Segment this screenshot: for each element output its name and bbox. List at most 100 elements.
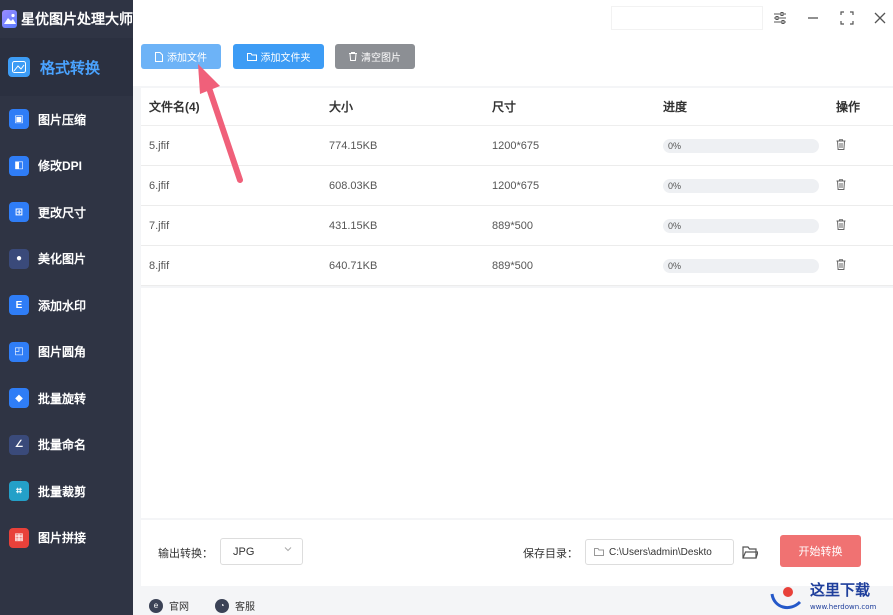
progress-bar: 0% xyxy=(663,258,819,273)
output-format-value: JPG xyxy=(233,545,255,558)
sidebar-item-4[interactable]: E 添加水印 xyxy=(0,282,133,329)
file-name: 8.jfif xyxy=(149,259,170,272)
table-row: 5.jfif 774.15KB 1200*675 0% xyxy=(141,126,893,166)
file-table: 文件名(4) 大小 尺寸 进度 操作 5.jfif 774.15KB 1200*67… xyxy=(141,88,893,286)
app-logo-icon xyxy=(2,10,17,28)
save-directory-label: 保存目录： xyxy=(523,548,578,560)
header-action: 操作 xyxy=(836,100,861,114)
rotate-icon: ◆ xyxy=(9,388,29,409)
sidebar-item-label: 批量命名 xyxy=(38,438,87,453)
sidebar-item-0[interactable]: ▣ 图片压缩 xyxy=(0,96,133,143)
close-icon[interactable] xyxy=(870,8,890,28)
round-corner-icon: ◰ xyxy=(9,341,29,362)
sidebar-item-label: 美化图片 xyxy=(38,252,87,267)
support-label: 客服 xyxy=(235,602,255,613)
header-size: 大小 xyxy=(329,100,354,114)
sidebar-item-9[interactable]: ▦ 图片拼接 xyxy=(0,515,133,562)
resize-icon: ⊞ xyxy=(9,202,29,223)
file-size: 608.03KB xyxy=(329,179,378,192)
file-name: 7.jfif xyxy=(149,219,170,232)
delete-row-icon[interactable] xyxy=(836,259,846,273)
sidebar-item-label: 更改尺寸 xyxy=(38,205,87,220)
progress-text: 0% xyxy=(668,180,682,191)
sidebar-item-8[interactable]: ⌗ 批量裁剪 xyxy=(0,468,133,515)
sidebar: 星优图片处理大师 格式转换 ▣ 图片压缩 ◧ 修改DPI ⊞ 更改尺寸 ● 美化图片 E 添加水印… xyxy=(0,0,133,615)
progress-bar: 0% xyxy=(663,138,819,153)
file-name: 6.jfif xyxy=(149,179,170,192)
file-dimension: 1200*675 xyxy=(492,139,540,152)
header-dimension: 尺寸 xyxy=(492,100,517,114)
add-folder-label: 添加文件夹 xyxy=(260,53,311,64)
settings-sliders-icon[interactable] xyxy=(770,8,790,28)
minimize-icon[interactable] xyxy=(803,8,823,28)
folder-icon xyxy=(594,548,604,556)
sidebar-item-label: 格式转换 xyxy=(40,59,101,77)
progress-bar: 0% xyxy=(663,218,819,233)
file-dimension: 889*500 xyxy=(492,219,533,232)
website-link[interactable]: e 官网 xyxy=(149,598,189,613)
delete-row-icon[interactable] xyxy=(836,219,846,233)
delete-row-icon[interactable] xyxy=(836,139,846,153)
output-settings-bar: 输出转换： JPG 保存目录： C:\Users\admin\Deskto 开始… xyxy=(141,520,893,586)
stitch-icon: ▦ xyxy=(9,527,29,548)
clear-images-button[interactable]: 清空图片 xyxy=(335,44,415,69)
output-format-label: 输出转换： xyxy=(158,548,213,560)
table-row: 8.jfif 640.71KB 889*500 0% xyxy=(141,246,893,286)
output-format-select[interactable]: JPG xyxy=(220,538,303,565)
maximize-icon[interactable] xyxy=(837,8,857,28)
table-row: 7.jfif 431.15KB 889*500 0% xyxy=(141,206,893,246)
sidebar-item-1[interactable]: ◧ 修改DPI xyxy=(0,143,133,190)
trash-icon xyxy=(349,52,357,61)
sidebar-item-label: 图片拼接 xyxy=(38,531,87,546)
file-size: 431.15KB xyxy=(329,219,378,232)
support-icon: ◔ xyxy=(215,598,229,613)
app-brand: 星优图片处理大师 xyxy=(0,0,133,38)
sidebar-item-3[interactable]: ● 美化图片 xyxy=(0,236,133,283)
sidebar-item-2[interactable]: ⊞ 更改尺寸 xyxy=(0,189,133,236)
chevron-down-icon xyxy=(283,544,293,557)
file-dimension: 889*500 xyxy=(492,259,533,272)
save-directory-path: C:\Users\admin\Deskto xyxy=(609,546,712,558)
website-label: 官网 xyxy=(169,602,189,613)
site-watermark-logo: 这里下载 www.herdown.com xyxy=(770,581,877,611)
table-header: 文件名(4) 大小 尺寸 进度 操作 xyxy=(141,88,893,126)
progress-bar: 0% xyxy=(663,178,819,193)
file-name: 5.jfif xyxy=(149,139,170,152)
image-convert-icon xyxy=(8,57,30,77)
clear-images-label: 清空图片 xyxy=(361,53,401,64)
sidebar-item-format-convert[interactable]: 格式转换 xyxy=(0,38,133,96)
red-arrow-annotation xyxy=(198,64,243,183)
support-link[interactable]: ◔ 客服 xyxy=(215,598,255,613)
table-row: 6.jfif 608.03KB 1200*675 0% xyxy=(141,166,893,206)
open-folder-icon[interactable] xyxy=(740,542,760,562)
sidebar-item-label: 添加水印 xyxy=(38,298,87,313)
file-dimension: 1200*675 xyxy=(492,179,540,192)
compress-icon: ▣ xyxy=(9,109,29,130)
header-progress: 进度 xyxy=(663,100,688,114)
beautify-icon: ● xyxy=(9,248,29,269)
empty-list-area xyxy=(141,288,893,518)
sidebar-item-7[interactable]: ∠ 批量命名 xyxy=(0,422,133,469)
crop-icon: ⌗ xyxy=(9,481,29,502)
progress-text: 0% xyxy=(668,220,682,231)
sidebar-item-label: 修改DPI xyxy=(38,159,83,174)
title-bar-blank-area xyxy=(611,6,763,30)
dpi-icon: ◧ xyxy=(9,155,29,176)
file-size: 774.15KB xyxy=(329,139,378,152)
sidebar-item-5[interactable]: ◰ 图片圆角 xyxy=(0,329,133,376)
save-directory-field[interactable]: C:\Users\admin\Deskto xyxy=(585,539,734,565)
file-icon xyxy=(155,51,163,62)
progress-text: 0% xyxy=(668,140,682,151)
svg-text:www.herdown.com: www.herdown.com xyxy=(810,603,877,611)
rename-icon: ∠ xyxy=(9,434,29,455)
app-title: 星优图片处理大师 xyxy=(21,11,133,27)
progress-text: 0% xyxy=(668,260,682,271)
sidebar-item-label: 图片压缩 xyxy=(38,112,87,127)
file-size: 640.71KB xyxy=(329,259,378,272)
website-icon: e xyxy=(149,598,163,613)
delete-row-icon[interactable] xyxy=(836,179,846,193)
sidebar-item-6[interactable]: ◆ 批量旋转 xyxy=(0,375,133,422)
sidebar-item-label: 批量裁剪 xyxy=(38,484,87,499)
watermark-icon: E xyxy=(9,295,29,316)
start-convert-button[interactable]: 开始转换 xyxy=(780,535,861,567)
